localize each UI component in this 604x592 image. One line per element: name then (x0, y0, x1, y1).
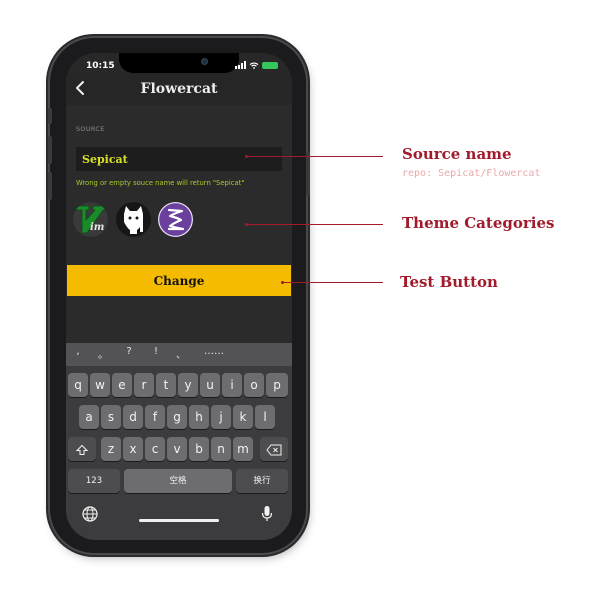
navigation-bar: Flowercat (66, 73, 292, 105)
key-a[interactable]: a (79, 405, 99, 429)
source-hint: Wrong or empty souce name will return "S… (76, 179, 245, 187)
key-p[interactable]: p (266, 373, 288, 397)
return-key[interactable]: 换行 (236, 469, 288, 493)
status-icons (235, 61, 278, 69)
annotation-line-themes (247, 224, 383, 225)
annotation-line-source (247, 156, 383, 157)
key-b[interactable]: b (189, 437, 209, 461)
key-w[interactable]: w (90, 373, 110, 397)
key-l[interactable]: l (255, 405, 275, 429)
key-r[interactable]: r (134, 373, 154, 397)
power-button (306, 152, 310, 196)
change-button[interactable]: Change (67, 265, 291, 296)
key-v[interactable]: v (167, 437, 187, 461)
silent-switch (48, 108, 52, 124)
status-time: 10:15 (86, 61, 115, 71)
shift-icon (75, 444, 89, 455)
punct-key[interactable]: , (71, 346, 85, 357)
annotation-theme-categories: Theme Categories (402, 214, 555, 232)
key-z[interactable]: z (101, 437, 121, 461)
delete-key[interactable] (260, 437, 288, 461)
key-f[interactable]: f (145, 405, 165, 429)
key-k[interactable]: k (233, 405, 253, 429)
annotation-line-button (283, 282, 383, 283)
shift-key[interactable] (68, 437, 96, 461)
microphone-icon[interactable] (260, 505, 274, 523)
annotation-source-repo: repo: Sepicat/Flowercat (402, 168, 541, 179)
front-camera (201, 58, 208, 65)
key-m[interactable]: m (233, 437, 253, 461)
volume-up-button (48, 136, 52, 164)
source-name-input[interactable] (76, 147, 282, 171)
page-title: Flowercat (140, 81, 218, 97)
theme-vim-icon[interactable]: im (73, 202, 108, 237)
annotation-source-name: Source name (402, 145, 512, 163)
key-j[interactable]: j (211, 405, 231, 429)
key-x[interactable]: x (123, 437, 143, 461)
phone-screen: 10:15 Flowercat SOURCE Wrong or empty so… (66, 53, 292, 540)
key-h[interactable]: h (189, 405, 209, 429)
theme-cat-icon[interactable] (116, 202, 151, 237)
key-s[interactable]: s (101, 405, 121, 429)
key-q[interactable]: q (68, 373, 88, 397)
key-u[interactable]: u (200, 373, 220, 397)
wifi-icon (249, 62, 259, 69)
numbers-key[interactable]: 123 (68, 469, 120, 493)
key-e[interactable]: e (112, 373, 132, 397)
home-indicator (139, 519, 219, 522)
punct-key[interactable]: 。 (96, 346, 110, 361)
space-key[interactable]: 空格 (124, 469, 232, 493)
key-c[interactable]: c (145, 437, 165, 461)
key-g[interactable]: g (167, 405, 187, 429)
key-i[interactable]: i (222, 373, 242, 397)
notch (119, 53, 239, 73)
volume-down-button (48, 172, 52, 200)
key-n[interactable]: n (211, 437, 231, 461)
key-o[interactable]: o (244, 373, 264, 397)
source-label: SOURCE (76, 125, 105, 133)
key-y[interactable]: y (178, 373, 198, 397)
battery-icon (262, 61, 278, 69)
punct-key[interactable]: …… (200, 346, 228, 357)
svg-text:im: im (90, 222, 104, 233)
annotation-test-button: Test Button (400, 273, 498, 291)
backspace-icon (266, 444, 282, 455)
key-t[interactable]: t (156, 373, 176, 397)
keyboard: , 。 ? ! 、 …… q w e r t y u i o p a s d f… (66, 343, 292, 540)
punct-key[interactable]: ? (122, 346, 136, 357)
punctuation-row: , 。 ? ! 、 …… (66, 343, 292, 366)
globe-icon[interactable] (81, 505, 99, 523)
punct-key[interactable]: 、 (174, 346, 188, 361)
signal-icon (235, 61, 246, 69)
theme-emacs-icon[interactable] (158, 202, 193, 237)
main-content: SOURCE Wrong or empty souce name will re… (66, 105, 292, 345)
punct-key[interactable]: ! (149, 346, 163, 357)
key-d[interactable]: d (123, 405, 143, 429)
